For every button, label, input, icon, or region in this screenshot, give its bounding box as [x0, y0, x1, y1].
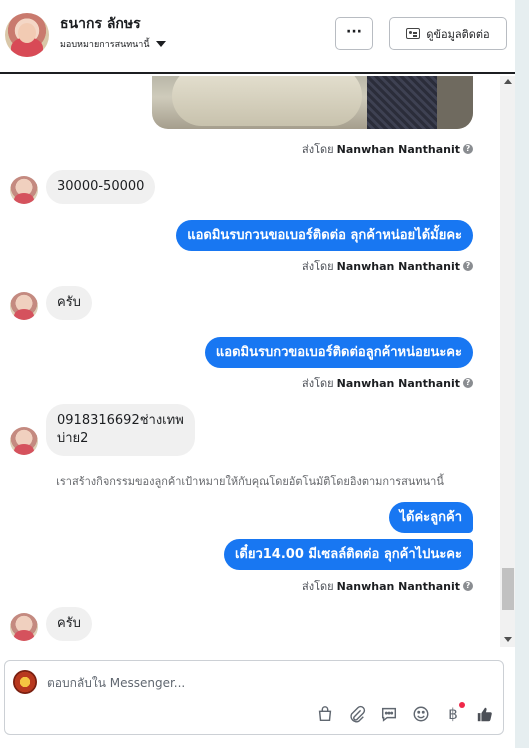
incoming-message[interactable]: 0918316692ช่างเทพ บ่าย2 — [46, 404, 195, 456]
customer-avatar-small — [10, 292, 38, 320]
notification-dot — [459, 702, 465, 708]
scroll-down-arrow-icon[interactable] — [504, 637, 512, 642]
scrollbar-thumb[interactable] — [502, 568, 514, 610]
help-icon[interactable]: ? — [463, 581, 473, 591]
help-icon[interactable]: ? — [463, 144, 473, 154]
conversation-header: ธนากร ลักษร มอบหมายการสนทนานี้ ··· ดูข้อ… — [0, 0, 515, 74]
sent-by-label: ส่งโดย Nanwhan Nanthanit ? — [302, 140, 473, 158]
outgoing-message[interactable]: ได้ค่ะลูกค้า — [388, 502, 473, 533]
view-contact-button[interactable]: ดูข้อมูลติดต่อ — [389, 17, 507, 50]
caret-down-icon — [155, 41, 166, 47]
incoming-message[interactable]: 30000-50000 — [46, 170, 156, 204]
message-list[interactable]: ส่งโดย Nanwhan Nanthanit ? 30000-50000 แ… — [0, 76, 515, 647]
assign-label: มอบหมายการสนทนานี้ — [60, 40, 150, 50]
baht-icon[interactable]: ฿ — [443, 702, 465, 724]
more-options-button[interactable]: ··· — [335, 17, 373, 50]
incoming-message[interactable]: ครับ — [46, 607, 92, 641]
emoji-icon[interactable] — [411, 704, 431, 724]
thumbs-up-icon[interactable] — [475, 704, 495, 724]
help-icon[interactable]: ? — [463, 378, 473, 388]
view-contact-label: ดูข้อมูลติดต่อ — [426, 27, 490, 41]
contact-card-icon — [406, 28, 421, 39]
attached-photo[interactable] — [152, 76, 473, 129]
reply-input[interactable] — [47, 673, 487, 693]
scroll-up-arrow-icon[interactable] — [504, 79, 512, 84]
customer-avatar[interactable] — [5, 13, 49, 57]
bag-icon[interactable] — [315, 704, 335, 724]
customer-avatar-small — [10, 427, 38, 455]
reply-composer: ฿ — [4, 660, 504, 735]
window-edge — [515, 0, 529, 748]
composer-toolbar: ฿ — [315, 702, 495, 724]
sent-by-label: ส่งโดย Nanwhan Nanthanit ? — [302, 577, 473, 595]
sent-by-label: ส่งโดย Nanwhan Nanthanit ? — [302, 374, 473, 392]
sent-by-label: ส่งโดย Nanwhan Nanthanit ? — [302, 257, 473, 275]
incoming-message[interactable]: ครับ — [46, 286, 92, 320]
customer-avatar-small — [10, 613, 38, 641]
customer-name[interactable]: ธนากร ลักษร — [60, 13, 141, 35]
page-avatar — [13, 670, 37, 694]
assign-conversation-dropdown[interactable]: มอบหมายการสนทนานี้ — [60, 37, 166, 51]
outgoing-message[interactable]: เดี๋ยว14.00 มีเซลล์ติดต่อ ลุกค้าไปนะคะ — [223, 539, 473, 570]
system-note: เราสร้างกิจกรรมของลูกค้าเป้าหมายให้กับคุ… — [56, 475, 444, 488]
outgoing-message[interactable]: แอดมินรบกวนขอเบอร์ติดต่อ ลุกค้าหน่อยได้ม… — [176, 220, 473, 251]
outgoing-message[interactable]: แอดมินรบกวขอเบอร์ติดต่อลูกค้าหน่อยนะคะ — [204, 337, 473, 368]
conversation-panel: ธนากร ลักษร มอบหมายการสนทนานี้ ··· ดูข้อ… — [0, 0, 515, 748]
customer-avatar-small — [10, 176, 38, 204]
chat-bubble-icon[interactable] — [379, 704, 399, 724]
help-icon[interactable]: ? — [463, 261, 473, 271]
paperclip-icon[interactable] — [347, 704, 367, 724]
scrollbar[interactable] — [500, 76, 515, 647]
